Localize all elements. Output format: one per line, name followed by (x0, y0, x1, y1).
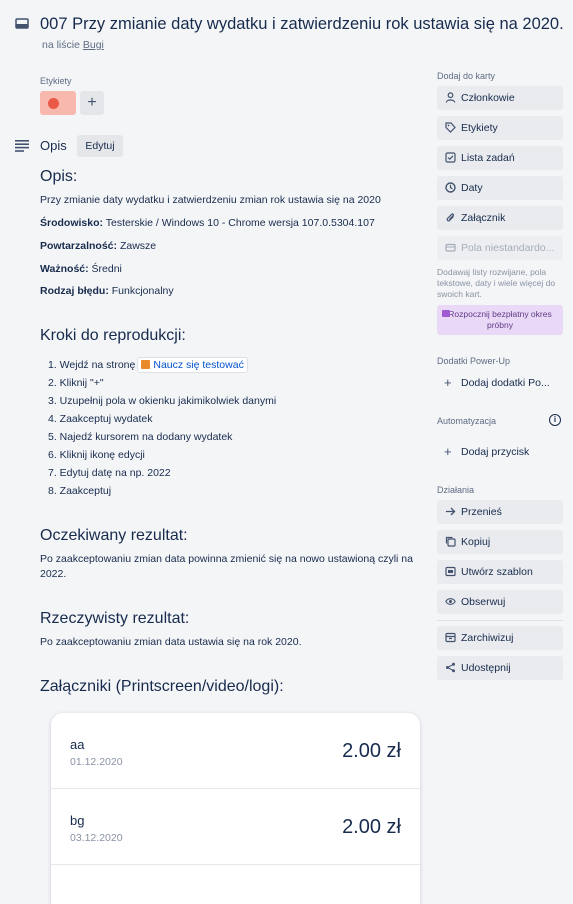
eye-icon (445, 598, 456, 605)
step-item: 5. Najedź kursorem na dodany wydatek (48, 431, 233, 443)
expense-name: aa (70, 737, 85, 752)
list-reference: na liście Bugi (42, 39, 104, 51)
add-button-button[interactable]: + Dodaj przycisk (437, 440, 563, 464)
site-favicon-icon (141, 360, 151, 369)
actual-text: Po zaakceptowaniu zmian data ustawia się… (40, 636, 302, 648)
bug-type-line: Rodzaj błędu: Funkcjonalny (40, 285, 174, 297)
clock-icon (445, 182, 456, 193)
expense-row: aa 01.12.2020 2.00 zł (51, 713, 420, 789)
custom-fields-note: Dodawaj listy rozwijane, pola tekstowe, … (437, 267, 556, 299)
automation-heading: Automatyzacja (437, 416, 497, 426)
site-link[interactable]: Naucz się testować (137, 357, 248, 373)
watch-button[interactable]: Obserwuj (437, 590, 563, 614)
actions-heading: Działania (437, 485, 475, 495)
archive-button[interactable]: Zarchiwizuj (437, 626, 563, 650)
list-link[interactable]: Bugi (83, 39, 104, 51)
attachment-preview[interactable]: aa 01.12.2020 2.00 zł bg 03.12.2020 2.00… (51, 713, 420, 904)
expense-date: 03.12.2020 (70, 832, 123, 844)
paperclip-icon (446, 213, 455, 222)
expense-row: bg 03.12.2020 2.00 zł (51, 789, 420, 865)
attachments-heading: Załączniki (Printscreen/video/logi): (40, 678, 284, 695)
arrow-right-icon (446, 507, 456, 516)
trial-icon (442, 310, 450, 317)
attachment-button[interactable]: Załącznik (437, 206, 563, 230)
checklist-button[interactable]: Lista zadań (437, 146, 563, 170)
opis-heading: Opis: (40, 168, 78, 185)
move-button[interactable]: Przenieś (437, 500, 563, 524)
environment-line: Środowisko: Testerskie / Windows 10 - Ch… (40, 217, 375, 229)
repeatability-line: Powtarzalność: Zawsze (40, 240, 157, 252)
label-chip[interactable] (40, 91, 76, 115)
copy-icon (445, 536, 456, 547)
summary-text: Przy zmianie daty wydatku i zatwierdzeni… (40, 194, 381, 206)
add-to-card-heading: Dodaj do karty (437, 71, 496, 81)
label-dot (48, 98, 59, 109)
create-template-button[interactable]: Utwórz szablon (437, 560, 563, 584)
steps-list: 1. Wejdź na stronę Naucz się testować 2. … (48, 357, 276, 501)
dates-button[interactable]: Daty (437, 176, 563, 200)
copy-button[interactable]: Kopiuj (437, 530, 563, 554)
share-icon (446, 662, 455, 673)
description-title: Opis (40, 138, 67, 153)
expected-text: Po zaakceptowaniu zmian data powinna zmi… (40, 553, 413, 580)
step-item: 4. Zaakceptuj wydatek (48, 413, 153, 425)
step-item: 1. Wejdź na stronę Naucz się testować (48, 357, 276, 375)
step-item: 6. Kliknij ikonę edycji (48, 449, 145, 461)
actual-heading: Rzeczywisty rezultat: (40, 610, 190, 627)
sidebar-divider (437, 620, 563, 621)
expense-amount: 2.00 zł (342, 740, 401, 762)
labels-button[interactable]: Etykiety (437, 116, 563, 140)
add-label-button[interactable]: + (80, 91, 104, 115)
custom-fields-icon (445, 243, 456, 252)
expected-heading: Oczekiwany rezultat: (40, 527, 188, 544)
card-icon (15, 18, 29, 29)
step-item: 7. Edytuj datę na np. 2022 (48, 467, 171, 479)
template-icon (445, 566, 456, 577)
description-icon (15, 140, 29, 152)
share-button[interactable]: Udostępnij (437, 656, 563, 680)
checklist-icon (445, 152, 456, 163)
archive-icon (445, 632, 456, 643)
members-button[interactable]: Członkowie (437, 86, 563, 110)
add-powerups-button[interactable]: + Dodaj dodatki Po... (437, 371, 563, 395)
info-icon[interactable]: i (549, 414, 561, 426)
expense-name: bg (70, 813, 85, 828)
card-title[interactable]: 007 Przy zmianie daty wydatku i zatwierd… (40, 15, 564, 34)
edit-description-button[interactable]: Edytuj (77, 135, 123, 157)
labels-heading: Etykiety (40, 76, 72, 86)
step-item: 3. Uzupełnij pola w okienku jakimikolwie… (48, 395, 277, 407)
tag-icon (445, 122, 456, 133)
step-item: 8. Zaakceptuj (48, 485, 112, 497)
custom-fields-button[interactable]: Pola niestandardo... (437, 236, 563, 260)
steps-heading: Kroki do reprodukcji: (40, 327, 186, 344)
plus-icon: + (444, 375, 452, 390)
expense-amount: 2.00 zł (342, 816, 401, 838)
expense-date: 01.12.2020 (70, 756, 123, 768)
powerups-heading: Dodatki Power-Up (437, 356, 511, 366)
step-item: 2. Kliknij "+" (48, 377, 104, 389)
user-icon (445, 92, 456, 103)
start-trial-button[interactable]: Rozpocznij bezpłatny okres próbny (437, 305, 563, 335)
plus-icon: + (444, 444, 452, 459)
severity-line: Ważność: Średni (40, 263, 122, 275)
